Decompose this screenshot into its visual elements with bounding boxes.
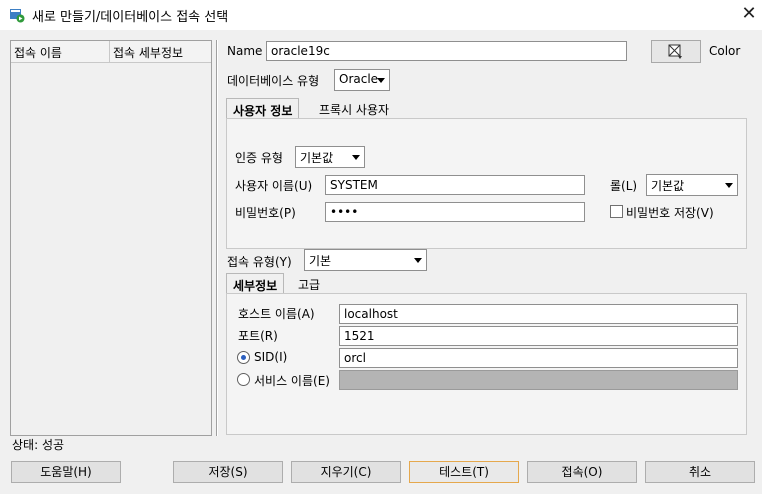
save-password-checkbox[interactable] — [610, 205, 623, 218]
service-name-radio[interactable] — [237, 373, 250, 386]
sid-input[interactable]: orcl — [339, 348, 738, 368]
password-label: 비밀번호(P) — [235, 206, 296, 220]
test-button[interactable]: 테스트(T) — [409, 461, 519, 483]
chevron-down-icon — [377, 78, 385, 83]
column-divider[interactable] — [109, 41, 110, 63]
username-input[interactable]: SYSTEM — [325, 175, 585, 195]
connection-list[interactable]: 접속 이름 접속 세부정보 — [10, 40, 212, 436]
cancel-button[interactable]: 취소 — [645, 461, 755, 483]
role-select[interactable]: 기본값 — [646, 174, 738, 196]
save-password-label: 비밀번호 저장(V) — [626, 206, 714, 220]
auth-type-value: 기본값 — [300, 151, 334, 165]
port-label: 포트(R) — [238, 329, 278, 343]
conn-type-select[interactable]: 기본 — [304, 249, 427, 271]
db-type-select[interactable]: Oracle — [334, 69, 390, 91]
save-button[interactable]: 저장(S) — [173, 461, 283, 483]
role-label: 롤(L) — [610, 179, 638, 193]
auth-type-label: 인증 유형 — [235, 151, 283, 165]
role-value: 기본값 — [651, 179, 685, 193]
conn-type-value: 기본 — [309, 254, 332, 268]
conn-type-label: 접속 유형(Y) — [227, 255, 292, 269]
auth-type-select[interactable]: 기본값 — [295, 146, 365, 168]
sid-radio[interactable] — [237, 351, 250, 364]
chevron-down-icon — [352, 155, 360, 160]
help-button[interactable]: 도움말(H) — [11, 461, 121, 483]
tab-details[interactable]: 세부정보 — [226, 273, 285, 294]
connect-button[interactable]: 접속(O) — [527, 461, 637, 483]
name-input[interactable]: oracle19c — [266, 41, 627, 61]
port-input[interactable]: 1521 — [339, 326, 738, 346]
connection-list-header: 접속 이름 접속 세부정보 — [11, 41, 211, 63]
window-title: 새로 만들기/데이터베이스 접속 선택 — [32, 10, 229, 25]
db-type-value: Oracle — [339, 72, 379, 86]
color-swatch-icon — [668, 44, 682, 59]
service-name-input[interactable] — [339, 370, 738, 390]
color-label: Color — [709, 44, 741, 58]
service-name-label: 서비스 이름(E) — [254, 374, 330, 388]
host-input[interactable]: localhost — [339, 304, 738, 324]
sid-label: SID(I) — [254, 350, 288, 364]
username-label: 사용자 이름(U) — [235, 179, 313, 193]
db-type-label: 데이터베이스 유형 — [227, 74, 320, 88]
clear-button[interactable]: 지우기(C) — [291, 461, 401, 483]
pane-splitter[interactable] — [216, 40, 218, 436]
close-icon[interactable]: ✕ — [738, 3, 760, 25]
chevron-down-icon — [414, 258, 422, 263]
column-header-connection-name[interactable]: 접속 이름 — [14, 44, 62, 61]
name-label: Name — [227, 44, 263, 58]
title-bar: 새로 만들기/데이터베이스 접속 선택 ✕ — [0, 0, 762, 30]
host-label: 호스트 이름(A) — [238, 307, 315, 321]
password-input[interactable]: •••• — [325, 202, 585, 222]
app-icon — [10, 9, 25, 23]
chevron-down-icon — [725, 183, 733, 188]
column-header-connection-details[interactable]: 접속 세부정보 — [113, 44, 183, 61]
status-text: 상태: 성공 — [12, 438, 65, 452]
tab-user-info[interactable]: 사용자 정보 — [226, 98, 300, 119]
color-picker-button[interactable] — [651, 40, 701, 63]
